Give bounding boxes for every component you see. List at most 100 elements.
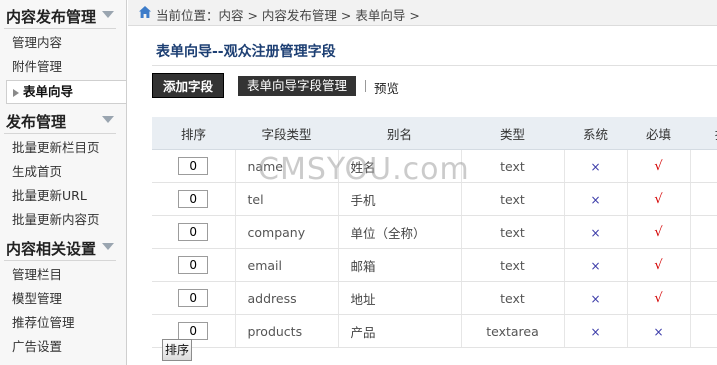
required-cell: √ bbox=[627, 182, 691, 216]
breadcrumb: 当前位置：内容 > 内容发布管理 > 表单向导 > bbox=[156, 8, 420, 23]
cross-icon: × bbox=[653, 324, 664, 339]
chevron-down-icon[interactable] bbox=[102, 243, 114, 250]
sidebar-group-publish[interactable]: 发布管理 bbox=[4, 105, 116, 134]
sidebar-menu: 管理内容 附件管理 表单向导 bbox=[0, 29, 126, 104]
column-header-type: 类型 bbox=[461, 117, 564, 150]
alias-cell: 手机 bbox=[338, 182, 462, 216]
chevron-down-icon[interactable] bbox=[102, 11, 114, 18]
sidebar-menu: 管理栏目 模型管理 推荐位管理 广告设置 bbox=[0, 261, 126, 359]
system-cell: × bbox=[564, 182, 628, 216]
sort-button[interactable]: 排序 bbox=[162, 339, 192, 361]
arrow-right-icon bbox=[13, 88, 19, 97]
field-name-cell: email bbox=[235, 248, 339, 282]
sidebar-item-ad-settings[interactable]: 广告设置 bbox=[0, 335, 126, 359]
check-icon: √ bbox=[654, 225, 663, 240]
field-name-cell: address bbox=[235, 281, 339, 315]
table-row: address 地址 text × √ bbox=[152, 281, 717, 315]
order-cell bbox=[152, 215, 236, 249]
type-cell: text bbox=[461, 281, 565, 315]
fields-table: 排序 字段类型 别名 类型 系统 必填 排 name 姓名 text × √ bbox=[152, 117, 717, 348]
sidebar-menu: 批量更新栏目页 生成首页 批量更新URL 批量更新内容页 bbox=[0, 134, 126, 232]
system-cell: × bbox=[564, 149, 628, 183]
type-cell: text bbox=[461, 215, 565, 249]
alias-cell: 邮箱 bbox=[338, 248, 462, 282]
order-input[interactable] bbox=[178, 322, 209, 340]
breadcrumb-bar: 当前位置：内容 > 内容发布管理 > 表单向导 > bbox=[128, 0, 717, 26]
truncated-cell bbox=[690, 248, 717, 282]
system-cell: × bbox=[564, 248, 628, 282]
order-cell bbox=[152, 248, 236, 282]
check-icon: √ bbox=[654, 291, 663, 306]
sidebar-item-attachments[interactable]: 附件管理 bbox=[0, 55, 126, 79]
required-cell: √ bbox=[627, 281, 691, 315]
cross-icon: × bbox=[590, 291, 601, 306]
truncated-cell bbox=[690, 182, 717, 216]
cross-icon: × bbox=[590, 192, 601, 207]
sidebar-item-recommend-positions[interactable]: 推荐位管理 bbox=[0, 311, 126, 335]
table-row: name 姓名 text × √ bbox=[152, 149, 717, 183]
alias-cell: 姓名 bbox=[338, 149, 462, 183]
sidebar-group-content-publish[interactable]: 内容发布管理 bbox=[4, 0, 116, 29]
truncated-cell bbox=[690, 281, 717, 315]
home-icon[interactable] bbox=[138, 5, 152, 19]
sidebar-item-manage-categories[interactable]: 管理栏目 bbox=[0, 263, 126, 287]
sidebar-item-update-content-pages[interactable]: 批量更新内容页 bbox=[0, 208, 126, 232]
order-input[interactable] bbox=[178, 289, 209, 307]
truncated-cell bbox=[690, 215, 717, 249]
order-input[interactable] bbox=[178, 256, 209, 274]
system-cell: × bbox=[564, 314, 628, 348]
type-cell: text bbox=[461, 248, 565, 282]
order-cell bbox=[152, 182, 236, 216]
type-cell: text bbox=[461, 182, 565, 216]
sidebar-group-title: 发布管理 bbox=[6, 113, 67, 131]
check-icon: √ bbox=[654, 192, 663, 207]
sidebar-item-update-category-pages[interactable]: 批量更新栏目页 bbox=[0, 136, 126, 160]
column-header-required: 必填 bbox=[627, 117, 690, 150]
field-name-cell: tel bbox=[235, 182, 339, 216]
order-cell bbox=[152, 281, 236, 315]
main-content: 表单向导--观众注册管理字段 添加字段 表单向导字段管理 预览 排序 字段类型 … bbox=[140, 26, 717, 365]
sidebar-item-manage-content[interactable]: 管理内容 bbox=[0, 31, 126, 55]
column-header-truncated: 排 bbox=[690, 117, 717, 150]
alias-cell: 产品 bbox=[338, 314, 462, 348]
column-header-field: 字段类型 bbox=[235, 117, 338, 150]
order-input[interactable] bbox=[178, 223, 209, 241]
field-management-button[interactable]: 表单向导字段管理 bbox=[238, 76, 356, 96]
page-title: 表单向导--观众注册管理字段 bbox=[156, 44, 336, 60]
chevron-down-icon[interactable] bbox=[102, 116, 114, 123]
type-cell: textarea bbox=[461, 314, 565, 348]
sidebar-group-title: 内容相关设置 bbox=[6, 240, 97, 258]
alias-cell: 地址 bbox=[338, 281, 462, 315]
check-icon: √ bbox=[654, 159, 663, 174]
sidebar-group-title: 内容发布管理 bbox=[6, 8, 97, 26]
type-cell: text bbox=[461, 149, 565, 183]
add-field-button[interactable]: 添加字段 bbox=[152, 73, 224, 98]
sidebar-item-update-urls[interactable]: 批量更新URL bbox=[0, 184, 126, 208]
sidebar-group-content-settings[interactable]: 内容相关设置 bbox=[4, 232, 116, 261]
system-cell: × bbox=[564, 281, 628, 315]
required-cell: √ bbox=[627, 149, 691, 183]
sidebar-item-form-wizard[interactable]: 表单向导 bbox=[6, 80, 126, 104]
column-header-system: 系统 bbox=[564, 117, 627, 150]
field-name-cell: company bbox=[235, 215, 339, 249]
alias-cell: 单位（全称） bbox=[338, 215, 462, 249]
required-cell: √ bbox=[627, 215, 691, 249]
order-cell bbox=[152, 149, 236, 183]
required-cell: √ bbox=[627, 248, 691, 282]
order-input[interactable] bbox=[178, 190, 209, 208]
table-row: company 单位（全称） text × √ bbox=[152, 215, 717, 249]
table-row: products 产品 textarea × × bbox=[152, 314, 717, 348]
table-row: email 邮箱 text × √ bbox=[152, 248, 717, 282]
column-header-alias: 别名 bbox=[338, 117, 461, 150]
required-cell: × bbox=[627, 314, 691, 348]
sidebar-item-generate-homepage[interactable]: 生成首页 bbox=[0, 160, 126, 184]
sidebar-item-model-management[interactable]: 模型管理 bbox=[0, 287, 126, 311]
sidebar-item-label: 表单向导 bbox=[23, 84, 74, 99]
truncated-cell bbox=[690, 149, 717, 183]
preview-link[interactable]: 预览 bbox=[374, 78, 399, 97]
table-header-row: 排序 字段类型 别名 类型 系统 必填 排 bbox=[152, 117, 717, 150]
order-input[interactable] bbox=[178, 157, 209, 175]
truncated-cell bbox=[690, 314, 717, 348]
check-icon: √ bbox=[654, 258, 663, 273]
column-header-order[interactable]: 排序 bbox=[152, 117, 235, 150]
